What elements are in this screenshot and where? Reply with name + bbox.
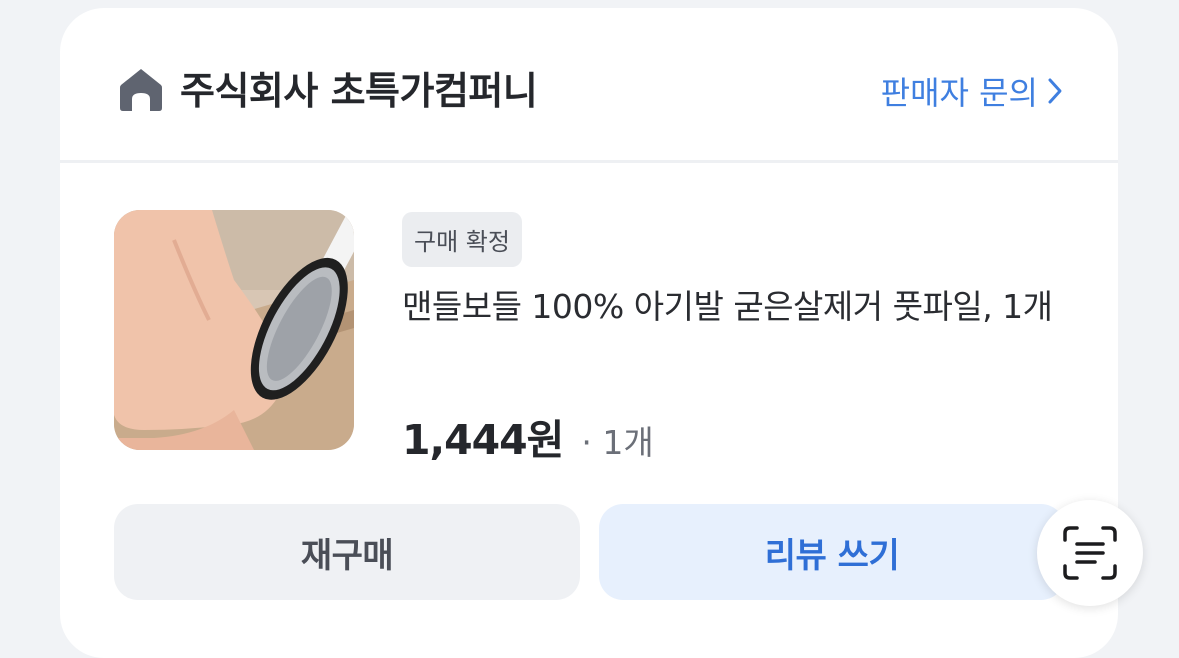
price: 1,444원	[402, 416, 564, 464]
quantity: · 1개	[581, 423, 654, 462]
chevron-right-icon	[1048, 78, 1062, 104]
seller-inquiry-link[interactable]: 판매자 문의	[881, 68, 1064, 114]
status-badge: 구매 확정	[402, 212, 522, 267]
text-scan-button[interactable]	[1037, 500, 1143, 606]
product-name[interactable]: 맨들보들 100% 아기발 굳은살제거 풋파일, 1개	[402, 280, 1082, 334]
order-card: 주식회사 초특가컴퍼니 판매자 문의 구매 확정 맨들보들 100% 아기발 굳…	[60, 8, 1118, 658]
text-scan-icon	[1063, 526, 1117, 580]
product-image[interactable]	[114, 210, 354, 450]
seller-header: 주식회사 초특가컴퍼니 판매자 문의	[60, 8, 1118, 163]
seller-name: 주식회사 초특가컴퍼니	[180, 69, 538, 113]
write-review-button[interactable]: 리뷰 쓰기	[599, 504, 1065, 600]
seller-inquiry-label: 판매자 문의	[880, 74, 1038, 112]
rebuy-button[interactable]: 재구매	[114, 504, 580, 600]
home-icon	[120, 69, 162, 111]
price-row: 1,444원 · 1개	[402, 406, 654, 466]
